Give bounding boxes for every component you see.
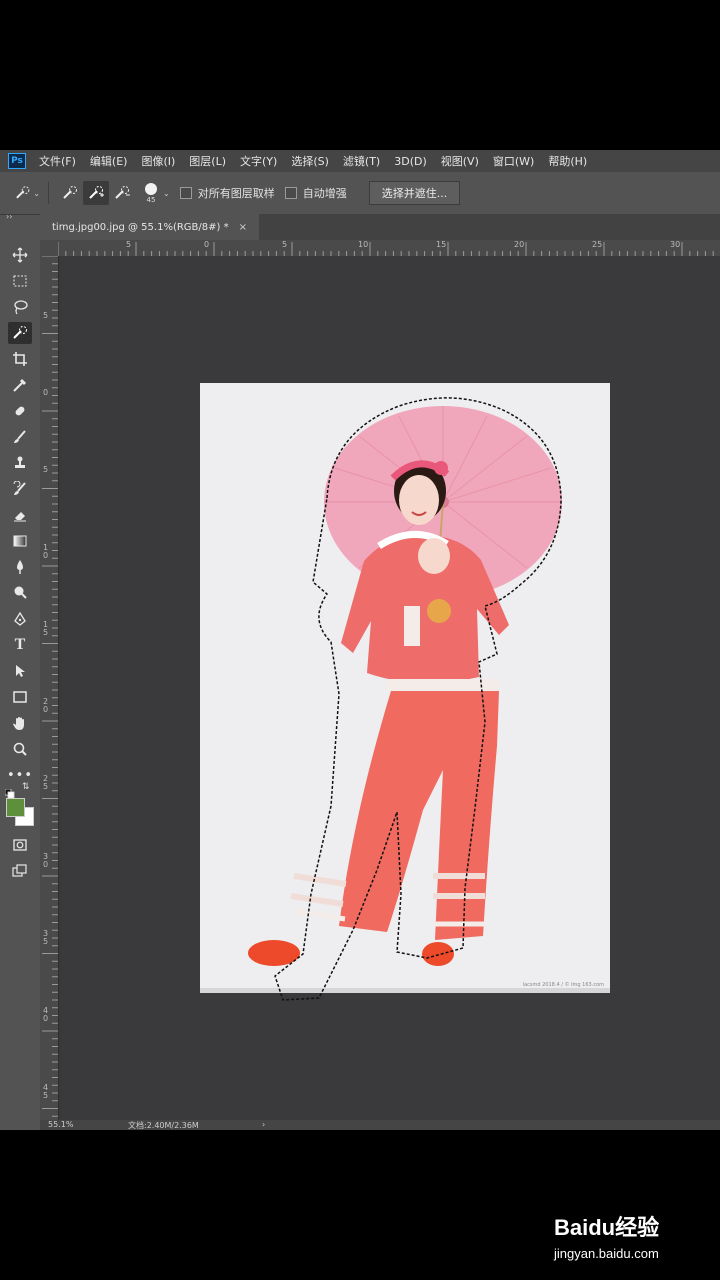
path-selection-tool-icon[interactable] (8, 660, 32, 682)
chevron-down-icon: ⌄ (33, 188, 40, 198)
quick-selection-icon (16, 186, 30, 199)
sample-all-layers-checkbox[interactable] (179, 187, 192, 199)
ruler-label: 5 (126, 240, 132, 249)
auto-enhance-label: 自动增强 (302, 187, 347, 200)
close-icon[interactable]: × (239, 222, 247, 233)
watermark-brand: Baidu经验 (554, 1215, 660, 1240)
status-menu-arrow[interactable]: › (262, 1120, 265, 1129)
foreground-color-swatch[interactable] (6, 798, 25, 817)
clone-stamp-tool-icon[interactable] (8, 452, 32, 474)
brush-tip-icon (145, 182, 157, 195)
brush-size-value: 45 (146, 195, 156, 204)
ruler-label: 2 5 (43, 774, 49, 791)
ruler-label: 1 5 (43, 620, 49, 637)
tools-panel: T ••• ⇅ (0, 240, 41, 1130)
select-and-mask-button[interactable]: 选择并遮住... (368, 181, 461, 205)
crop-tool-icon[interactable] (8, 348, 32, 370)
menu-file[interactable]: 文件(F) (32, 153, 83, 169)
eyedropper-tool-icon[interactable] (8, 374, 32, 396)
brush-tool-icon[interactable] (8, 426, 32, 448)
hand-tool-icon[interactable] (8, 712, 32, 734)
menu-type[interactable]: 文字(Y) (233, 153, 284, 169)
menu-help[interactable]: 帮助(H) (541, 153, 594, 169)
history-brush-tool-icon[interactable] (8, 478, 32, 500)
menu-filter[interactable]: 滤镜(T) (336, 153, 387, 169)
status-bar: 55.1% 文档:2.40M/2.36M › (40, 1120, 720, 1130)
rectangle-tool-icon[interactable] (8, 686, 32, 708)
ruler-label: 5 (282, 240, 288, 249)
menu-image[interactable]: 图像(I) (134, 153, 182, 169)
ruler-label: 4 0 (43, 1006, 49, 1023)
document-tab-bar: timg.jpg00.jpg @ 55.1%(RGB/8#) * × (40, 214, 720, 240)
subtract-from-selection-mode-button[interactable] (109, 181, 135, 205)
horizontal-ruler-ticks (58, 242, 714, 256)
menu-bar: Ps 文件(F) 编辑(E) 图像(I) 图层(L) 文字(Y) 选择(S) 滤… (0, 150, 720, 172)
photoshop-logo: Ps (8, 153, 26, 169)
menu-select[interactable]: 选择(S) (284, 153, 336, 169)
ruler-label: 1 0 (43, 543, 49, 560)
watermark-url: jingyan.baidu.com (554, 1246, 659, 1261)
photo-credit: lacsmd 2018.4 / © Img 163.com (523, 981, 604, 988)
ruler-label: 0 (204, 240, 210, 249)
swap-colors-icon[interactable]: ⇅ (22, 782, 30, 792)
chevron-down-icon[interactable]: ⌄ (163, 189, 170, 198)
ruler-label: 2 0 (43, 697, 49, 714)
menu-window[interactable]: 窗口(W) (486, 153, 541, 169)
ruler-label: 3 0 (43, 852, 49, 869)
zoom-tool-icon[interactable] (8, 738, 32, 760)
gradient-tool-icon[interactable] (8, 530, 32, 552)
blur-tool-icon[interactable] (8, 556, 32, 578)
sample-all-layers-label: 对所有图层取样 (197, 187, 275, 200)
menu-edit[interactable]: 编辑(E) (83, 153, 135, 169)
document-tab[interactable]: timg.jpg00.jpg @ 55.1%(RGB/8#) * × (40, 214, 259, 240)
brush-size-picker[interactable]: 45 (145, 182, 157, 204)
photoshop-window: Ps 文件(F) 编辑(E) 图像(I) 图层(L) 文字(Y) 选择(S) 滤… (0, 150, 720, 1130)
default-colors-icon[interactable] (4, 784, 15, 799)
horizontal-ruler[interactable]: 5 0 5 10 15 20 25 30 (58, 240, 720, 257)
healing-brush-tool-icon[interactable] (8, 400, 32, 422)
add-to-selection-mode-button[interactable] (83, 181, 109, 205)
vertical-ruler[interactable]: 5 0 5 1 0 1 5 2 0 2 5 3 0 3 5 4 0 4 5 (40, 256, 59, 1130)
document-size: 文档:2.40M/2.36M (128, 1121, 199, 1130)
ruler-label: 15 (436, 240, 447, 249)
brush-subtract-icon (115, 186, 130, 199)
pen-tool-icon[interactable] (8, 608, 32, 630)
quick-selection-tool-icon[interactable] (8, 322, 32, 344)
ruler-label: 10 (358, 240, 369, 249)
options-bar: ⌄ 45 ⌄ 对所有图层取样 自动增强 选择并遮住... (0, 172, 720, 215)
new-selection-mode-button[interactable] (57, 181, 83, 205)
ruler-label: 3 5 (43, 929, 49, 946)
move-tool-icon[interactable] (8, 244, 32, 266)
canvas-area[interactable]: lacsmd 2018.4 / © Img 163.com (59, 256, 720, 1120)
ruler-label: 25 (592, 240, 603, 249)
baidu-jingyan-watermark: Baidu经验 jingyan.baidu.com (550, 1200, 710, 1270)
screen-mode-icon[interactable] (8, 860, 32, 882)
quick-selection-preset-picker[interactable]: ⌄ (14, 181, 40, 205)
brush-add-icon (89, 186, 104, 199)
divider (48, 182, 49, 204)
ruler-label: 0 (43, 388, 49, 397)
zoom-level[interactable]: 55.1% (48, 1120, 73, 1129)
ruler-label: 4 5 (43, 1083, 49, 1100)
marquee-tool-icon[interactable] (8, 270, 32, 292)
eraser-tool-icon[interactable] (8, 504, 32, 526)
menu-view[interactable]: 视图(V) (434, 153, 486, 169)
menu-3d[interactable]: 3D(D) (387, 155, 434, 168)
type-tool-icon[interactable]: T (8, 634, 32, 656)
photo-footer-strip (200, 988, 610, 993)
ruler-corner (40, 240, 58, 256)
expand-panels-icon[interactable]: ›› (6, 212, 12, 221)
ruler-label: 5 (43, 311, 49, 320)
quick-mask-icon[interactable] (8, 834, 32, 856)
document-tab-title: timg.jpg00.jpg @ 55.1%(RGB/8#) * (52, 221, 229, 233)
dodge-tool-icon[interactable] (8, 582, 32, 604)
auto-enhance-checkbox[interactable] (284, 187, 297, 199)
ruler-label: 30 (670, 240, 681, 249)
ruler-label: 5 (43, 465, 49, 474)
document-image[interactable]: lacsmd 2018.4 / © Img 163.com (59, 256, 720, 1120)
brush-selection-icon (63, 186, 77, 199)
menu-layer[interactable]: 图层(L) (182, 153, 233, 169)
lasso-tool-icon[interactable] (8, 296, 32, 318)
ruler-label: 20 (514, 240, 525, 249)
